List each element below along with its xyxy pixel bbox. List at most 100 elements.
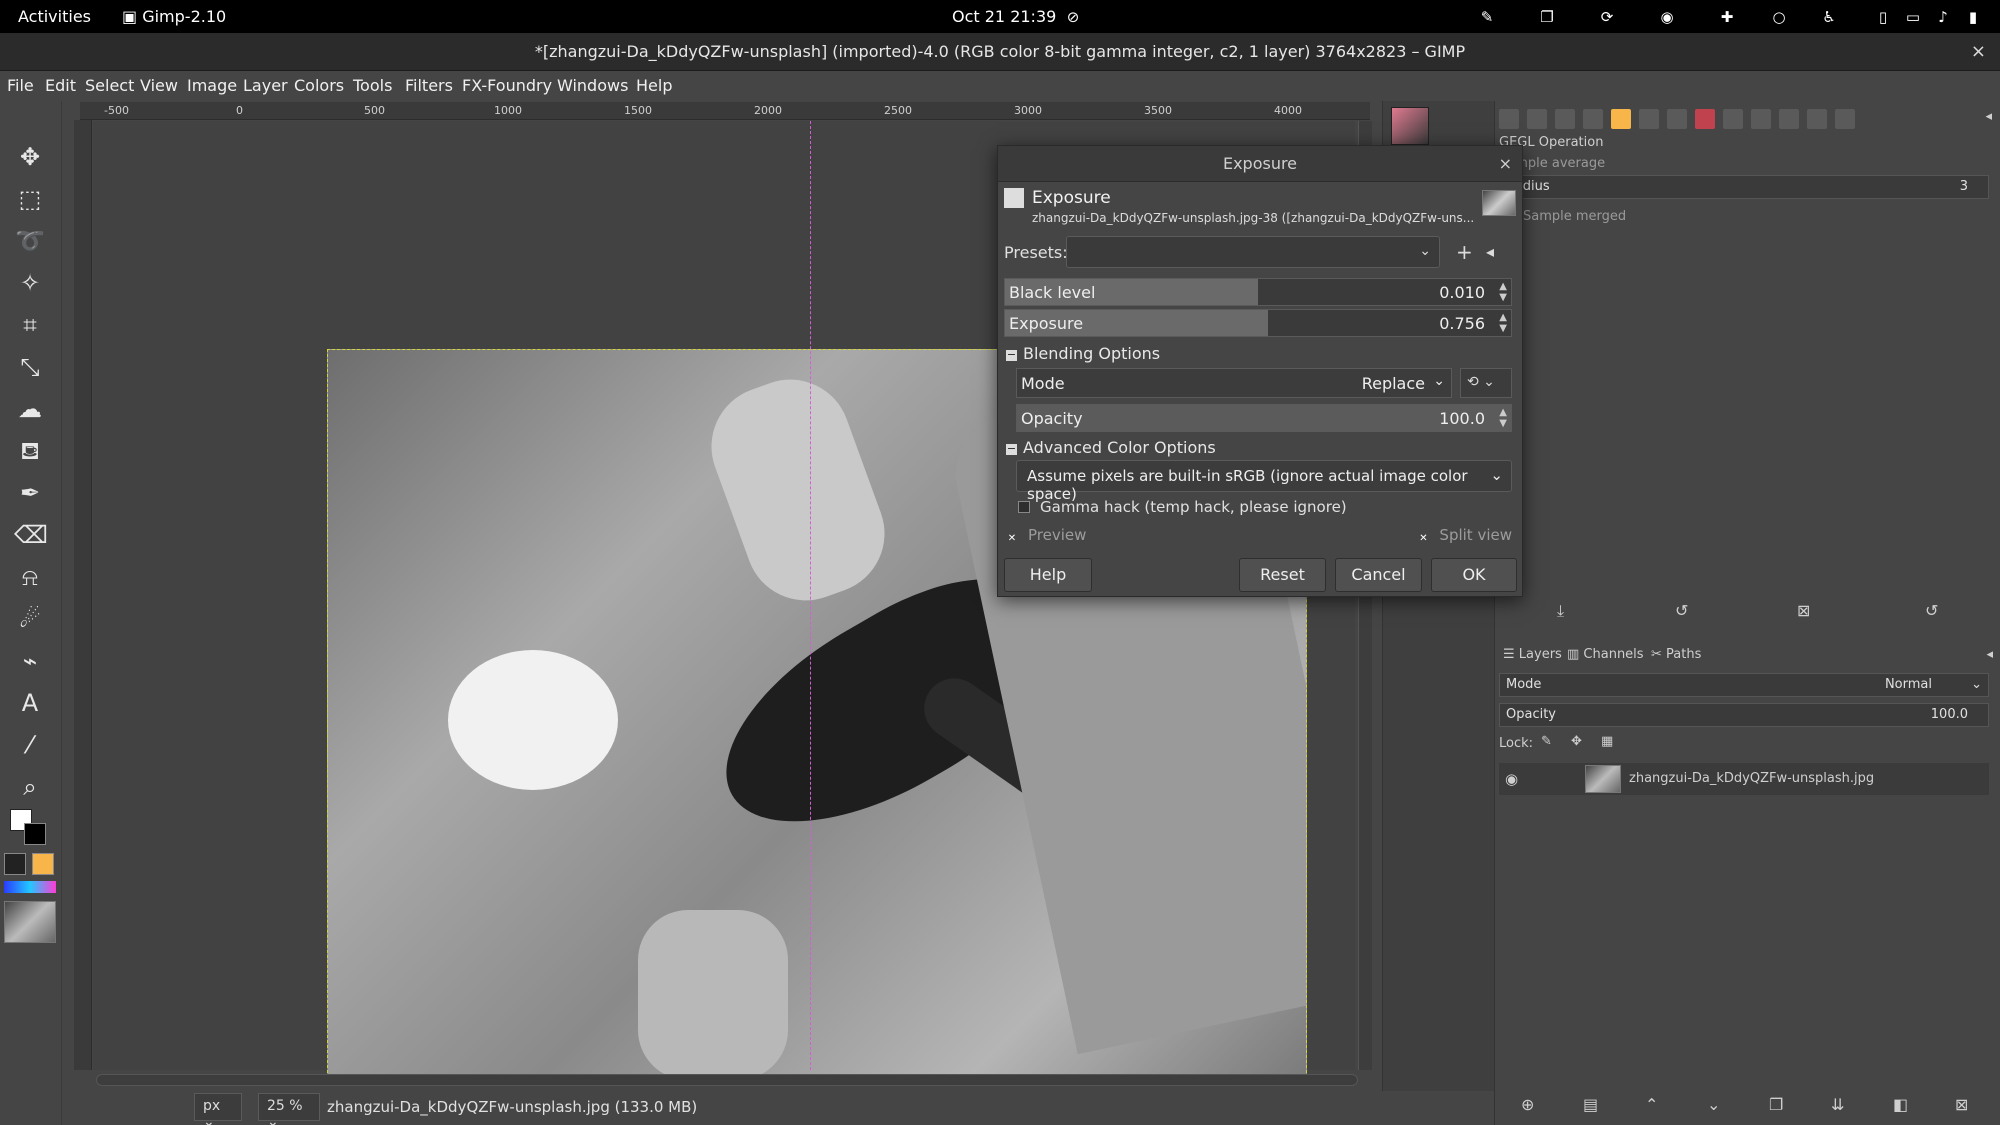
clock[interactable]: Oct 21 21:39 <box>952 7 1056 26</box>
restore-options-icon[interactable]: ↺ <box>1675 601 1688 620</box>
color-space-dropdown[interactable]: Assume pixels are built-in sRGB (ignore … <box>1016 460 1512 503</box>
drive-tray-icon[interactable]: ◉ <box>1658 8 1676 26</box>
patterns-tab-icon[interactable] <box>1611 109 1631 129</box>
composite-mode-button[interactable]: ⟲ ⌄ <box>1460 368 1512 398</box>
rect-select-tool-icon[interactable]: ⬚ <box>14 183 46 215</box>
color-picker-tray-icon[interactable]: ✎ <box>1478 8 1496 26</box>
smudge-tool-icon[interactable]: ☄ <box>14 603 46 635</box>
layer-row[interactable]: ◉ zhangzui-Da_kDdyQZFw-unsplash.jpg <box>1499 763 1989 795</box>
pattern-preview-icon[interactable] <box>32 853 54 875</box>
fuzzy-select-tool-icon[interactable]: ✧ <box>14 267 46 299</box>
opacity-slider[interactable]: Opacity 100.0 ▲ ▼ <box>1016 404 1512 432</box>
reset-options-icon[interactable]: ↺ <box>1925 601 1938 620</box>
vertical-ruler[interactable] <box>74 120 92 1070</box>
preview-checkbox[interactable]: ✕ Preview <box>1006 526 1087 546</box>
delete-options-icon[interactable]: ⊠ <box>1797 601 1810 620</box>
menu-image[interactable]: Image <box>187 76 237 95</box>
warp-transform-tool-icon[interactable]: ☁ <box>14 393 46 425</box>
lock-alpha-icon[interactable]: ▦ <box>1601 734 1613 749</box>
bucket-fill-tool-icon[interactable]: ⛾ <box>14 435 46 467</box>
eye-visibility-icon[interactable]: ◉ <box>1505 770 1518 788</box>
lower-layer-icon[interactable]: ⌄ <box>1707 1095 1720 1114</box>
color-picker-tool-icon[interactable]: ⁄ <box>14 729 46 761</box>
unified-transform-tool-icon[interactable]: ⤡ <box>14 351 46 383</box>
circle-tray-icon[interactable]: ○ <box>1770 8 1788 26</box>
eraser-tool-icon[interactable]: ⌫ <box>14 519 48 551</box>
brush-preview-icon[interactable] <box>4 853 26 875</box>
accessibility-icon[interactable]: ♿ <box>1820 8 1838 26</box>
black-level-slider[interactable]: Black level 0.010 ▲ ▼ <box>1004 278 1512 306</box>
menu-windows[interactable]: Windows <box>557 76 628 95</box>
tool-options-tab-icon[interactable] <box>1499 109 1519 129</box>
reset-button[interactable]: Reset <box>1239 558 1326 592</box>
zoom-selector[interactable]: 25 % ⌄ <box>258 1093 320 1125</box>
menu-file[interactable]: File <box>7 76 34 95</box>
dialog-title-bar[interactable]: Exposure × <box>998 146 1522 182</box>
presets-menu-icon[interactable]: ◂ <box>1486 242 1494 261</box>
undo-history-tab-icon[interactable] <box>1555 109 1575 129</box>
paintbrush-tool-icon[interactable]: ✒ <box>14 477 46 509</box>
extension-tray-icon[interactable]: ✚ <box>1718 8 1736 26</box>
merge-layer-icon[interactable]: ⇊ <box>1831 1095 1844 1114</box>
tab-layers[interactable]: ☰ Layers <box>1503 647 1562 662</box>
background-color-swatch[interactable] <box>24 823 46 845</box>
lock-pixels-icon[interactable]: ✎ <box>1541 734 1552 749</box>
dock-menu-icon[interactable]: ◂ <box>1985 109 1992 124</box>
battery-icon[interactable]: ▮ <box>1964 8 1982 26</box>
activities-button[interactable]: Activities <box>18 7 91 26</box>
free-select-tool-icon[interactable]: ➰ <box>14 225 46 257</box>
new-layer-group-icon[interactable]: ▤ <box>1583 1095 1598 1114</box>
image-thumbnail-icon[interactable] <box>4 901 56 943</box>
exposure-spinner-icon[interactable]: ▲ ▼ <box>1499 312 1507 334</box>
opacity-spinner-icon[interactable]: ▲ ▼ <box>1499 407 1507 429</box>
menu-layer[interactable]: Layer <box>243 76 288 95</box>
exposure-slider[interactable]: Exposure 0.756 ▲ ▼ <box>1004 309 1512 337</box>
zoom-tool-icon[interactable]: ⌕ <box>14 771 46 803</box>
device-status-tab-icon[interactable] <box>1527 109 1547 129</box>
layer-mode-selector[interactable]: Mode Normal ⌄ <box>1499 673 1989 697</box>
clipboard-tray-icon[interactable]: ❐ <box>1538 8 1556 26</box>
horizontal-ruler[interactable]: -500 0 500 1000 1500 2000 2500 3000 3500… <box>80 102 1370 120</box>
display-icon[interactable]: ▭ <box>1904 8 1922 26</box>
window-close-button[interactable]: × <box>1971 33 1986 71</box>
gradient-preview-icon[interactable] <box>4 881 56 893</box>
unit-selector[interactable]: px ⌄ <box>194 1093 242 1125</box>
menu-colors[interactable]: Colors <box>294 76 344 95</box>
move-tool-icon[interactable]: ✥ <box>14 141 46 173</box>
layer-opacity-field[interactable]: Opacity 100.0 <box>1499 703 1989 727</box>
menu-help[interactable]: Help <box>636 76 672 95</box>
horizontal-scrollbar[interactable] <box>96 1074 1358 1086</box>
tab-paths[interactable]: ✂ Paths <box>1651 647 1701 662</box>
gradients-tab-icon[interactable] <box>1779 109 1799 129</box>
menu-tools[interactable]: Tools <box>353 76 392 95</box>
dynamics-tab-icon[interactable] <box>1807 109 1827 129</box>
sync-tray-icon[interactable]: ⟳ <box>1598 8 1616 26</box>
clone-tool-icon[interactable]: ⍾ <box>14 561 46 593</box>
new-layer-icon[interactable]: ⊕ <box>1521 1095 1534 1114</box>
menu-edit[interactable]: Edit <box>45 76 76 95</box>
document-history-tab-icon[interactable] <box>1835 109 1855 129</box>
delete-layer-icon[interactable]: ⊠ <box>1955 1095 1968 1114</box>
advanced-color-options-expander[interactable]: − Advanced Color Options <box>1006 438 1216 457</box>
image-tab-thumbnail[interactable] <box>1391 107 1429 145</box>
phone-icon[interactable]: ▯ <box>1874 8 1892 26</box>
blend-mode-selector[interactable]: Mode Replace ⌄ <box>1016 368 1452 398</box>
layer-mask-icon[interactable]: ◧ <box>1893 1095 1908 1114</box>
menu-select[interactable]: Select <box>85 76 134 95</box>
menu-view[interactable]: View <box>140 76 178 95</box>
cancel-button[interactable]: Cancel <box>1335 558 1422 592</box>
presets-dropdown[interactable]: ⌄ <box>1066 236 1440 268</box>
lock-position-icon[interactable]: ✥ <box>1571 734 1582 749</box>
text-tool-icon[interactable]: A <box>14 687 46 719</box>
pointer-tab-icon[interactable] <box>1723 109 1743 129</box>
black-level-spinner-icon[interactable]: ▲ ▼ <box>1499 281 1507 303</box>
templates-tab-icon[interactable] <box>1751 109 1771 129</box>
ok-button[interactable]: OK <box>1431 558 1517 592</box>
paths-tool-icon[interactable]: ⌁ <box>14 645 46 677</box>
duplicate-layer-icon[interactable]: ❐ <box>1769 1095 1783 1114</box>
app-menu[interactable]: ▣ Gimp-2.10 <box>122 7 226 26</box>
blending-options-expander[interactable]: − Blending Options <box>1006 344 1160 363</box>
crop-tool-icon[interactable]: ⌗ <box>14 309 46 341</box>
dock-menu-icon[interactable]: ◂ <box>1986 647 1993 662</box>
gamma-hack-checkbox[interactable]: Gamma hack (temp hack, please ignore) <box>1018 498 1347 516</box>
